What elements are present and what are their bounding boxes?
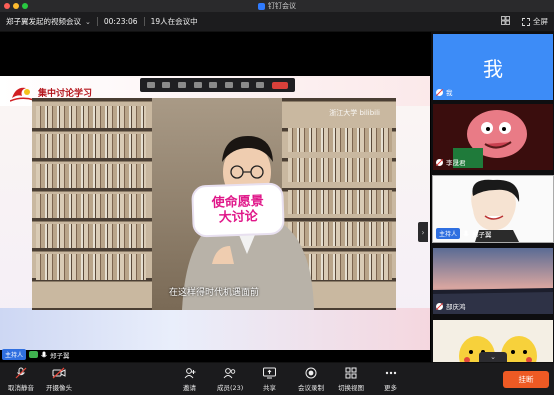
switch-view-button[interactable]: 切换视图 [338, 367, 364, 392]
more-label: 更多 [384, 384, 397, 392]
more-button[interactable]: 更多 [384, 367, 397, 392]
unmute-label: 取消静音 [8, 384, 34, 392]
participant-label: 李晟君 [436, 157, 466, 167]
party-emblem-icon [10, 87, 34, 102]
camera-off-icon [52, 367, 66, 379]
main-stage: 集中讨论学习 使命愿景 大讨论 浙江大学 bilibili 在这样得时代机遇面前… [0, 32, 430, 362]
collapse-panel-button[interactable]: › [418, 222, 428, 242]
participant-label: 部庆鸿 [436, 301, 466, 311]
participant-tile-self[interactable]: 我 我 [433, 34, 553, 100]
participant-tile-host[interactable]: 主持人 郑子翼 [432, 175, 554, 243]
share-record-icon[interactable] [256, 82, 265, 88]
chevron-right-icon: › [421, 227, 425, 237]
app-title-text: 钉钉会议 [268, 2, 296, 10]
record-button[interactable]: 会议录制 [298, 367, 324, 392]
speaker-indicator: 主持人 郑子翼 [2, 349, 70, 360]
share-label: 共享 [263, 384, 276, 392]
fullscreen-label: 全屏 [533, 17, 548, 26]
host-badge: 主持人 [436, 228, 461, 239]
divider [143, 17, 145, 26]
shared-screen: 集中讨论学习 使命愿景 大讨论 浙江大学 bilibili 在这样得时代机遇面前 [0, 76, 430, 350]
books-row [36, 194, 146, 218]
slide-footer-band [0, 308, 430, 350]
camera-label: 开摄像头 [46, 384, 72, 392]
share-camera-icon[interactable] [162, 82, 171, 88]
share-settings-icon[interactable] [225, 82, 234, 88]
more-dots-icon [385, 367, 397, 379]
meeting-toolbar: 取消静音 开摄像头 邀请 成员(23) 共享 会议录制 切换视图 更多 挂断 [0, 362, 554, 395]
books-row [36, 224, 146, 248]
fullscreen-icon [522, 17, 530, 26]
fullscreen-button[interactable]: 全屏 [522, 16, 548, 27]
participant-tile[interactable]: 部庆鸿 [433, 248, 553, 314]
meeting-timer: 00:23:06 [103, 17, 138, 26]
camera-button[interactable]: 开摄像头 [46, 367, 72, 392]
dingtalk-logo-icon [258, 2, 265, 10]
attendance-count[interactable]: 19人在会议中 [151, 16, 198, 27]
sign-line-2: 大讨论 [218, 209, 259, 226]
books-row [36, 106, 146, 128]
scroll-down-button[interactable]: ⌄ [479, 352, 507, 362]
minimize-window-button[interactable] [13, 3, 19, 9]
video-watermark: 浙江大学 bilibili [329, 109, 380, 117]
zoom-window-button[interactable] [22, 3, 28, 9]
window-titlebar: 钉钉会议 [0, 0, 554, 12]
participant-name: 李晟君 [446, 159, 466, 167]
record-label: 会议录制 [298, 384, 324, 392]
mic-icon [463, 230, 469, 236]
share-members-icon[interactable] [209, 82, 218, 88]
close-window-button[interactable] [4, 3, 10, 9]
slogan-sign: 使命愿景 大讨论 [191, 182, 285, 238]
host-name: 郑子翼 [50, 351, 70, 360]
mic-icon [41, 351, 47, 357]
participant-name: 我 [446, 89, 453, 97]
participant-name: 郑子翼 [472, 230, 492, 239]
host-badge: 主持人 [2, 349, 27, 360]
record-icon [305, 367, 317, 379]
mic-muted-icon [436, 302, 443, 310]
share-pause-icon[interactable] [178, 82, 187, 88]
books-row [36, 134, 146, 158]
books-row [36, 254, 146, 280]
invite-label: 邀请 [183, 384, 196, 392]
share-more-icon[interactable] [240, 82, 249, 88]
meeting-title: 郑子翼发起的视频会议 [6, 17, 81, 26]
grid-view-icon [345, 367, 357, 379]
self-avatar: 我 [483, 56, 503, 81]
divider [96, 17, 98, 26]
participant-label: 我 [436, 87, 453, 97]
switch-view-label: 切换视图 [338, 384, 364, 392]
books-row [36, 164, 146, 188]
video-frame: 使命愿景 大讨论 浙江大学 bilibili 在这样得时代机遇面前 [32, 98, 396, 310]
share-screen-icon [263, 367, 276, 379]
invite-button[interactable]: 邀请 [183, 367, 196, 392]
unmute-button[interactable]: 取消静音 [8, 367, 34, 392]
chat-icon[interactable] [29, 351, 39, 358]
app-title: 钉钉会议 [258, 1, 296, 11]
participants-panel: 我 我 李晟君 主持人 郑子翼 部庆鸿 ⌄ [430, 32, 554, 362]
video-subtitle: 在这样得时代机遇面前 [168, 288, 259, 298]
share-screen-button[interactable]: 共享 [263, 367, 276, 392]
leave-meeting-button[interactable]: 挂断 [503, 371, 549, 388]
share-mic-icon[interactable] [146, 82, 155, 88]
add-user-icon [184, 367, 196, 379]
members-button[interactable]: 成员(23) [217, 367, 243, 392]
mic-muted-icon [436, 158, 443, 166]
mic-muted-icon [436, 88, 443, 96]
participant-tile[interactable]: 李晟君 [433, 104, 553, 170]
chevron-down-icon: ⌄ [490, 353, 496, 361]
participant-name: 部庆鸿 [446, 303, 466, 311]
window-controls [4, 3, 28, 9]
members-icon [223, 367, 237, 379]
meeting-info-bar: 郑子翼发起的视频会议 ⌄ 00:23:06 19人在会议中 全屏 [0, 12, 554, 32]
grid-layout-icon[interactable] [501, 16, 510, 27]
stop-share-button[interactable] [272, 81, 289, 89]
share-annotate-icon[interactable] [193, 82, 202, 88]
participant-label: 主持人 郑子翼 [436, 228, 492, 239]
members-label: 成员(23) [217, 384, 244, 392]
mic-muted-icon [15, 367, 27, 379]
chevron-down-icon[interactable]: ⌄ [85, 18, 91, 26]
screen-share-toolbar [140, 78, 295, 92]
